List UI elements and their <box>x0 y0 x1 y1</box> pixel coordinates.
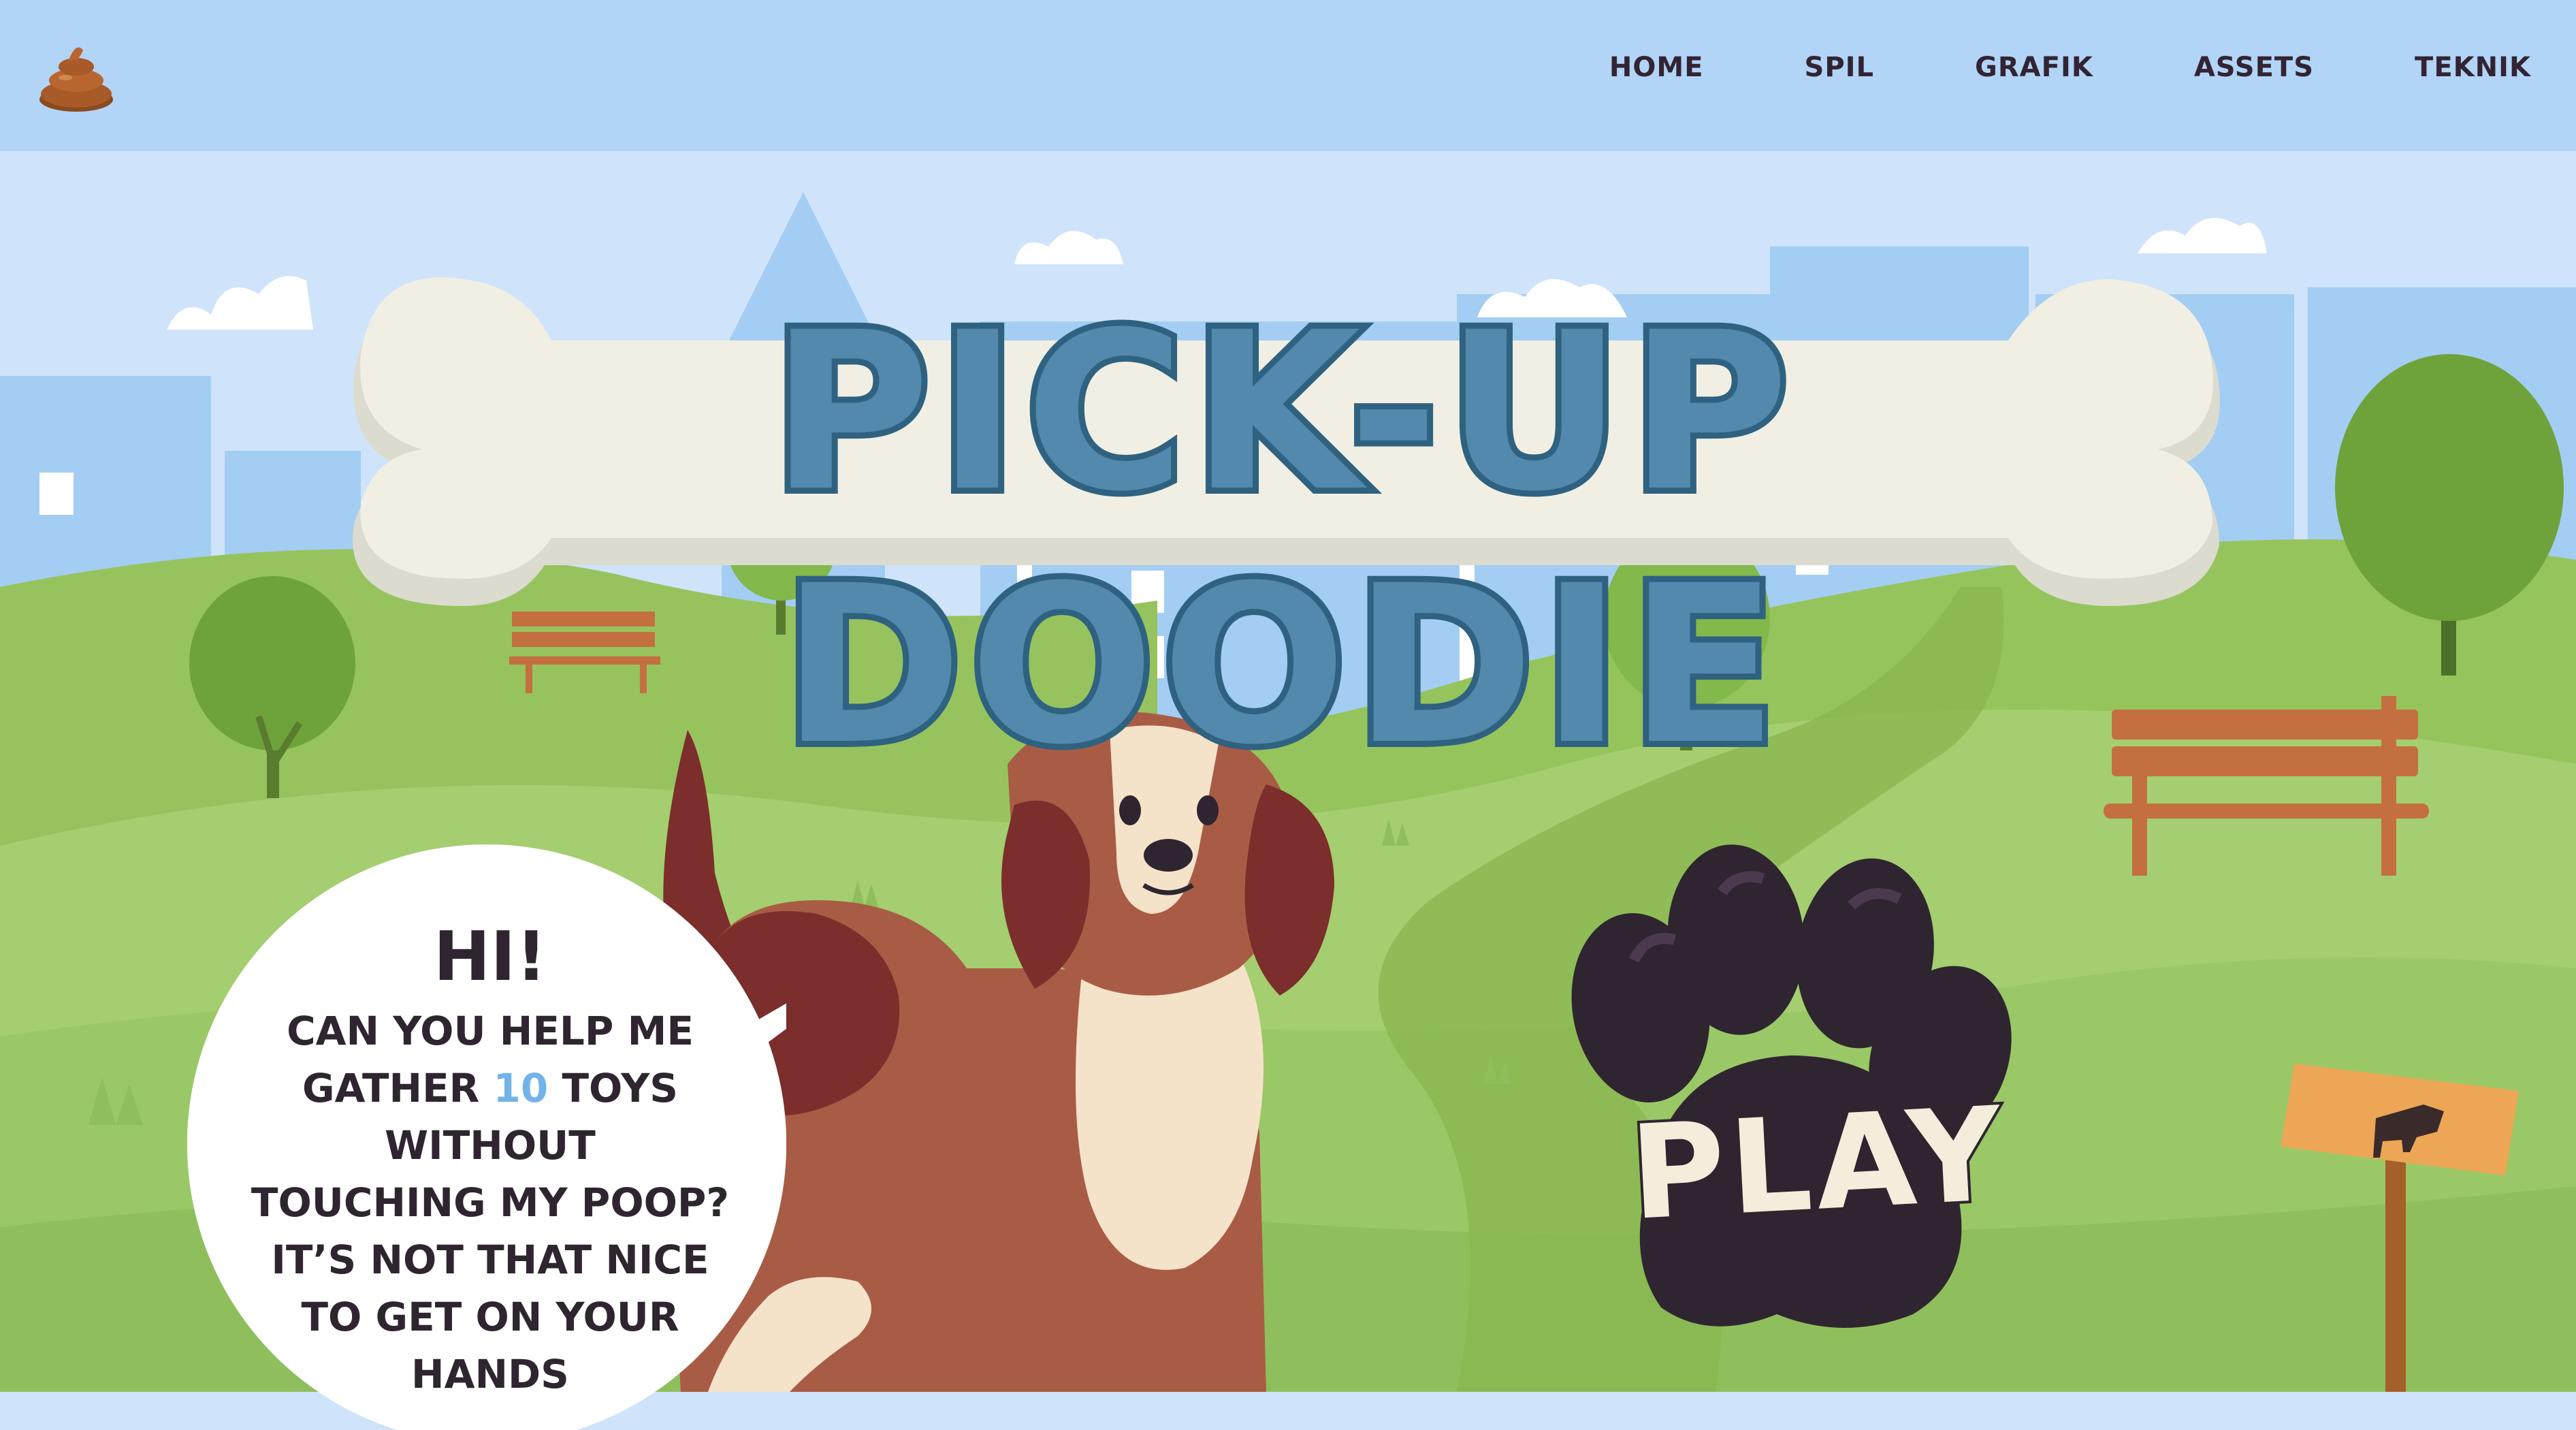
nav-link-assets[interactable]: ASSETS <box>2194 52 2314 83</box>
speech-bubble-text: HI! CAN YOU HELP ME GATHER 10 TOYS WITHO… <box>191 919 790 1403</box>
bubble-line-3: TOUCHING MY POOP? <box>251 1179 730 1226</box>
main-nav: HOME SPIL GRAFIK ASSETS TEKNIK <box>1609 52 2531 83</box>
play-button[interactable] <box>1532 838 2090 1328</box>
nav-link-teknik[interactable]: TEKNIK <box>2415 52 2531 83</box>
poop-icon[interactable] <box>35 34 117 116</box>
title-banner: PICK-UP DOODIE <box>340 225 2226 799</box>
top-navigation-bar: HOME SPIL GRAFIK ASSETS TEKNIK <box>0 0 2576 151</box>
nav-link-grafik[interactable]: GRAFIK <box>1975 52 2093 83</box>
bubble-message: CAN YOU HELP ME GATHER 10 TOYS WITHOUT T… <box>191 1002 790 1403</box>
bubble-line-2-start: GATHER <box>302 1065 494 1111</box>
toy-count: 10 <box>493 1065 549 1111</box>
bubble-greeting: HI! <box>433 917 547 996</box>
bubble-line-6: HANDS <box>411 1351 569 1397</box>
bubble-line-1: CAN YOU HELP ME <box>287 1008 694 1054</box>
bubble-line-5: TO GET ON YOUR <box>301 1294 679 1340</box>
nav-link-home[interactable]: HOME <box>1609 52 1704 83</box>
page-title: PICK-UP DOODIE <box>764 280 1796 799</box>
nav-link-spil[interactable]: SPIL <box>1805 52 1875 83</box>
bubble-line-4: IT’S NOT THAT NICE <box>271 1237 709 1283</box>
play-button-label[interactable]: PLAY <box>1624 1076 2012 1252</box>
